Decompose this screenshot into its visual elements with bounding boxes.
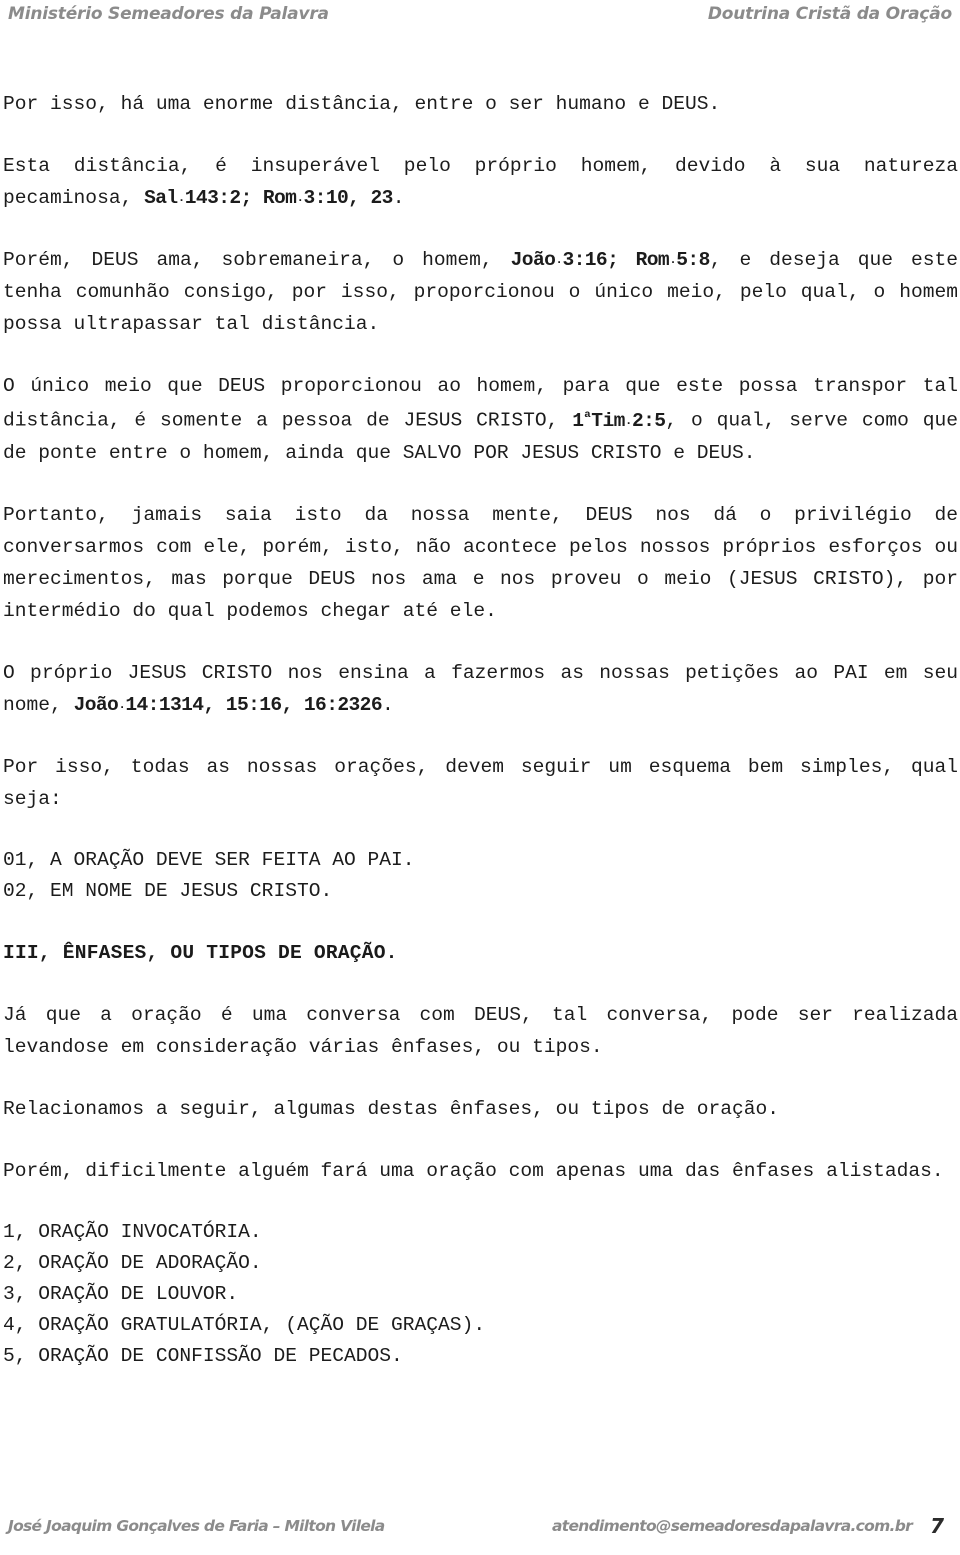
list-item: 2, ORAÇÃO DE ADORAÇÃO. (3, 1252, 262, 1275)
footer-authors: José Joaquim Gonçalves de Faria – Milton… (8, 1517, 385, 1535)
reference-book: Tim (591, 410, 625, 433)
reference-verse: 2:5 (631, 410, 666, 433)
paragraph-we-list-emphases: Relacionamos a seguir, algumas destas ên… (3, 1093, 958, 1125)
paragraph-text: Porém, DEUS ama, sobremaneira, o homem, (3, 249, 511, 272)
scripture-reference-rom-3-10: Rom.3:10, 23 (262, 187, 394, 209)
page-number: 7 (930, 1514, 944, 1538)
paragraph-simple-scheme: Por isso, todas as nossas orações, devem… (3, 751, 958, 815)
paragraph-text: Por isso, todas as nossas orações, devem… (3, 756, 958, 811)
paragraph-prayer-is-conversation: Já que a oração é uma conversa com DEUS,… (3, 999, 958, 1063)
scripture-reference-sal-143-2: Sal.143:2; (144, 187, 263, 209)
reference-separator-dot: . (296, 191, 304, 206)
paragraph-text: Porém, dificilmente alguém fará uma oraç… (3, 1160, 944, 1183)
list-item: 3, ORAÇÃO DE LOUVOR. (3, 1283, 239, 1306)
document-page: Ministério Semeadores da Palavra Doutrin… (0, 0, 960, 1555)
list-item: 4, ORAÇÃO GRATULATÓRIA, (AÇÃO DE GRAÇAS)… (3, 1314, 486, 1337)
document-body: Por isso, há uma enorme distância, entre… (3, 88, 958, 1402)
reference-number: 1 (572, 410, 584, 433)
reference-verse: 5:8 (676, 249, 710, 272)
paragraph-text: Relacionamos a seguir, algumas destas ên… (3, 1098, 780, 1121)
paragraph-jesus-teaches-petitions: O próprio JESUS CRISTO nos ensina a faze… (3, 657, 958, 721)
list-item: 1, ORAÇÃO INVOCATÓRIA. (3, 1221, 262, 1244)
list-item: 01, A ORAÇÃO DEVE SER FEITA AO PAI. (3, 849, 415, 872)
reference-book: Sal (144, 187, 178, 209)
reference-verse: 3:16; (562, 249, 636, 272)
reference-verse: 3:10, 23 (303, 187, 394, 209)
paragraph-text: Já que a oração é uma conversa com DEUS,… (3, 1004, 958, 1059)
prayer-types-list: 1, ORAÇÃO INVOCATÓRIA. 2, ORAÇÃO DE ADOR… (3, 1217, 958, 1372)
reference-separator-dot: . (177, 191, 185, 206)
header-document-title: Doutrina Cristã da Oração (707, 4, 952, 24)
reference-book: Rom (635, 249, 670, 272)
scripture-reference-joao-14-13-14: João.14:1314, 15:16, 16:2326 (73, 694, 383, 717)
header-ministry-title: Ministério Semeadores da Palavra (8, 4, 329, 24)
prayer-scheme-list: 01, A ORAÇÃO DEVE SER FEITA AO PAI. 02, … (3, 845, 958, 907)
list-item: 02, EM NOME DE JESUS CRISTO. (3, 880, 333, 903)
paragraph-insurmountable-distance: Esta distância, é insuperável pelo própr… (3, 150, 958, 214)
section-heading-emphases: III, ÊNFASES, OU TIPOS DE ORAÇÃO. (3, 942, 398, 965)
paragraph-only-means-jesus: O único meio que DEUS proporcionou ao ho… (3, 370, 958, 469)
scripture-reference-1a-tim-2-5: 1ªTim.2:5 (572, 410, 666, 433)
paragraph-distance-intro: Por isso, há uma enorme distância, entre… (3, 88, 958, 120)
paragraph-text-tail: . (382, 694, 394, 717)
paragraph-god-loves-man: Porém, DEUS ama, sobremaneira, o homem, … (3, 244, 958, 340)
paragraph-privilege-of-prayer: Portanto, jamais saia isto da nossa ment… (3, 499, 958, 627)
running-footer: José Joaquim Gonçalves de Faria – Milton… (0, 1509, 960, 1543)
reference-book: Rom (262, 187, 297, 209)
list-item: 5, ORAÇÃO DE CONFISSÃO DE PECADOS. (3, 1345, 403, 1368)
paragraph-text-tail: . (392, 187, 405, 209)
reference-book: João (73, 694, 119, 717)
reference-book: João (510, 249, 556, 272)
paragraph-text: Por isso, há uma enorme distância, entre… (3, 93, 721, 115)
paragraph-hardly-single-emphasis: Porém, dificilmente alguém fará uma oraç… (3, 1155, 958, 1187)
reference-separator-dot: . (625, 414, 632, 429)
scripture-reference-rom-5-8: Rom.5:8 (635, 249, 711, 272)
reference-verse: 143:2; (184, 187, 263, 209)
scripture-reference-joao-3-16: João.3:16; (511, 249, 636, 271)
paragraph-text: Portanto, jamais saia isto da nossa ment… (3, 504, 958, 623)
reference-verse: 14:1314, 15:16, 16:2326 (125, 694, 382, 717)
running-header: Ministério Semeadores da Palavra Doutrin… (0, 0, 960, 34)
footer-email: atendimento@semeadoresdapalavra.com.br (552, 1517, 913, 1535)
